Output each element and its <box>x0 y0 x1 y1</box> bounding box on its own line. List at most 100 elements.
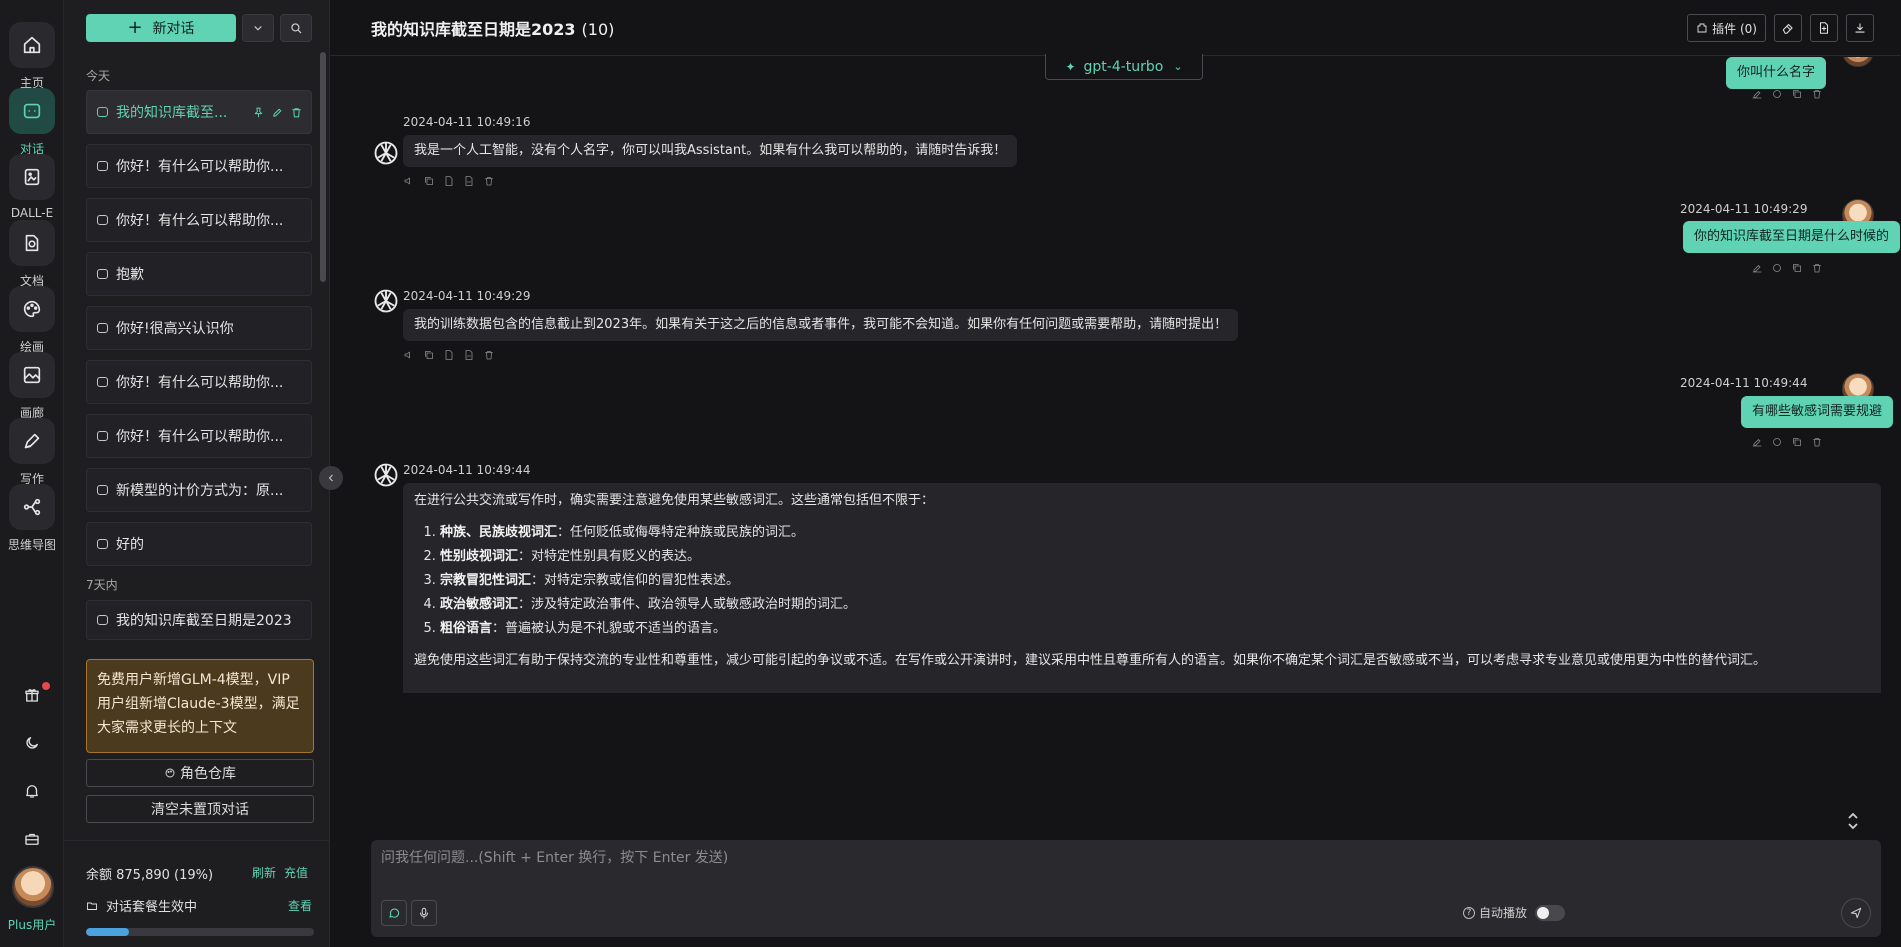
chevron-down-icon: ⌄ <box>1173 60 1183 73</box>
trash-icon[interactable] <box>1811 259 1823 273</box>
notifications-button[interactable] <box>0 776 64 806</box>
briefcase-button[interactable] <box>0 824 64 854</box>
theme-toggle-button[interactable] <box>0 728 64 758</box>
gallery-icon <box>23 366 41 384</box>
chat-icon <box>97 539 108 549</box>
refresh-link[interactable]: 刷新 <box>252 864 276 881</box>
export-file-icon[interactable] <box>463 346 475 360</box>
message-actions <box>1751 85 1823 99</box>
clear-conversations-button[interactable]: 清空未置顶对话 <box>86 795 314 823</box>
auto-play-toggle[interactable] <box>1535 905 1565 921</box>
refresh-icon[interactable] <box>1771 85 1783 98</box>
bell-icon <box>26 785 38 798</box>
rail-item-paint[interactable]: 绘画 <box>0 286 64 355</box>
edit-icon[interactable] <box>1751 259 1763 273</box>
whatsapp-button[interactable] <box>381 900 407 926</box>
plugin-icon <box>1697 23 1707 33</box>
rail-item-home[interactable]: 主页 <box>0 22 64 91</box>
collapse-sidebar-button[interactable] <box>319 466 343 490</box>
copy-icon[interactable] <box>1791 433 1803 446</box>
conversation-item[interactable]: 新模型的计价方式为：原... <box>86 468 312 512</box>
copy-icon[interactable] <box>1791 85 1803 98</box>
role-store-button[interactable]: 角色仓库 <box>86 759 314 787</box>
conversation-item[interactable]: 抱歉 <box>86 252 312 296</box>
palette-icon <box>23 300 41 318</box>
avatar[interactable] <box>12 866 54 908</box>
new-chat-button[interactable]: + 新对话 <box>86 14 236 42</box>
speaker-icon[interactable] <box>403 172 415 185</box>
divider <box>64 840 330 841</box>
edit-icon[interactable] <box>271 106 284 119</box>
mindmap-icon <box>23 498 41 516</box>
rail-item-dalle[interactable]: DALL-E <box>0 154 64 220</box>
pin-icon[interactable] <box>252 106 265 119</box>
trash-icon[interactable] <box>483 346 495 360</box>
conversation-title: 你好!很高兴认识你 <box>116 321 234 337</box>
trash-icon[interactable] <box>1811 85 1823 99</box>
trash-icon[interactable] <box>483 172 495 186</box>
balance-text: 余额 875,890 (19%) <box>86 868 214 883</box>
message-timestamp: 2024-04-11 10:49:44 <box>403 463 531 477</box>
message-list[interactable]: 你叫什么名字 2024-04-11 10:49:16 我是一个人工智能，没有个人… <box>330 57 1900 797</box>
sidebar-scrollbar[interactable] <box>320 52 326 282</box>
conversation-item[interactable]: 你好！有什么可以帮助你... <box>86 414 312 458</box>
download-button[interactable] <box>1846 14 1874 42</box>
send-button[interactable] <box>1841 898 1871 928</box>
user-message: 你的知识库截至日期是什么时候的 <box>1683 221 1900 253</box>
conversation-item[interactable]: 我的知识库截至日期是2023 <box>86 600 312 640</box>
conversation-item[interactable]: 你好！有什么可以帮助你... <box>86 198 312 242</box>
conversation-item[interactable]: 我的知识库截至... <box>86 90 312 134</box>
copy-icon[interactable] <box>1791 259 1803 272</box>
message-timestamp: 2024-04-11 10:49:29 <box>1680 202 1808 216</box>
recharge-link[interactable]: 充值 <box>284 864 308 881</box>
trash-icon[interactable] <box>290 106 303 119</box>
plugin-button[interactable]: 插件 (0) <box>1687 14 1766 42</box>
message-actions <box>1751 433 1823 447</box>
conversation-title-text: 我的知识库截至日期是2023 <box>371 20 576 39</box>
export-button[interactable] <box>1810 14 1838 42</box>
rail-label: DALL-E <box>10 206 54 220</box>
briefcase-icon <box>25 833 39 845</box>
rail-item-chat[interactable]: 对话 <box>0 88 64 157</box>
message-outro: 避免使用这些词汇有助于保持交流的专业性和尊重性，减少可能引起的争议或不适。在写作… <box>414 653 1767 668</box>
search-button[interactable] <box>280 14 312 42</box>
chat-icon <box>23 103 41 119</box>
copy-markdown-icon[interactable] <box>443 346 455 360</box>
message-input[interactable] <box>371 840 1881 890</box>
refresh-icon[interactable] <box>1771 259 1783 272</box>
clear-context-button[interactable] <box>1774 14 1802 42</box>
model-name: gpt-4-turbo <box>1083 58 1164 75</box>
new-chat-dropdown-button[interactable] <box>242 14 274 42</box>
conversation-item[interactable]: 好的 <box>86 522 312 566</box>
view-plan-link[interactable]: 查看 <box>288 897 312 914</box>
auto-play-label: 自动播放 <box>1479 906 1528 920</box>
conversation-title: 你好！有什么可以帮助你... <box>116 429 284 445</box>
trash-icon[interactable] <box>1811 433 1823 447</box>
export-file-icon[interactable] <box>463 172 475 186</box>
balance-progress <box>86 928 314 936</box>
refresh-icon[interactable] <box>1771 433 1783 446</box>
copy-markdown-icon[interactable] <box>443 172 455 186</box>
rail-item-gallery[interactable]: 画廊 <box>0 352 64 421</box>
conversation-title: 你好！有什么可以帮助你... <box>116 375 284 391</box>
rail-item-mindmap[interactable]: 思维导图 <box>0 484 64 553</box>
speaker-icon[interactable] <box>403 346 415 359</box>
conversation-title: 好的 <box>116 537 144 553</box>
rail-item-docs[interactable]: 文档 <box>0 220 64 289</box>
model-selector[interactable]: ✦ gpt-4-turbo ⌄ <box>1045 54 1203 80</box>
gift-button[interactable] <box>0 680 64 710</box>
palette-icon <box>165 768 175 778</box>
image-edit-icon <box>24 168 40 186</box>
conversation-item[interactable]: 你好！有什么可以帮助你... <box>86 360 312 404</box>
conversation-item[interactable]: 你好！有什么可以帮助你... <box>86 144 312 188</box>
document-icon <box>25 234 39 252</box>
copy-icon[interactable] <box>423 346 435 359</box>
voice-input-button[interactable] <box>411 900 437 926</box>
edit-icon[interactable] <box>1751 85 1763 99</box>
rail-item-write[interactable]: 写作 <box>0 418 64 487</box>
conversation-item[interactable]: 你好!很高兴认识你 <box>86 306 312 350</box>
copy-icon[interactable] <box>423 172 435 185</box>
expand-input-button[interactable] <box>1846 812 1860 830</box>
edit-icon[interactable] <box>1751 433 1763 447</box>
clear-label: 清空未置顶对话 <box>151 802 249 818</box>
